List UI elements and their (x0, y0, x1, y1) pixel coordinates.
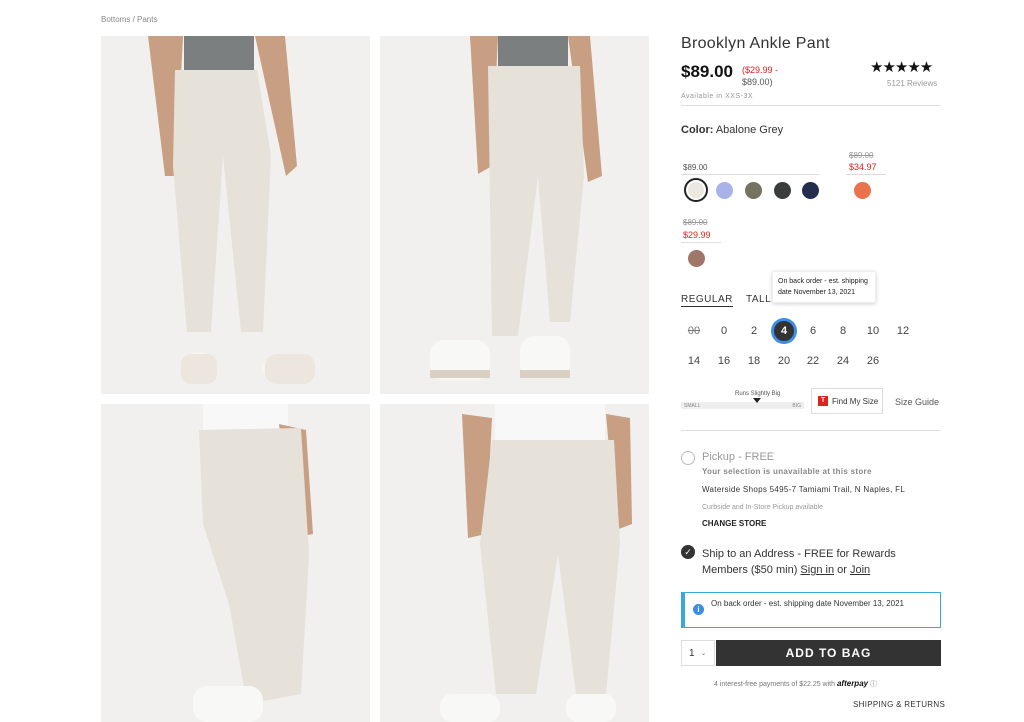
swatch-group-orig-price: $89.00 (683, 218, 708, 227)
color-label-key: Color: (681, 124, 714, 136)
fit-meter-label: Runs Slightly Big (735, 391, 781, 397)
quantity-value: 1 (689, 647, 695, 659)
divider (681, 242, 721, 243)
sign-in-link[interactable]: Sign in (800, 564, 834, 576)
swatch-periwinkle[interactable] (716, 182, 733, 199)
swatch-group-sale-price: $29.99 (683, 230, 711, 240)
fit-meter-bar: SMALL BIG (681, 398, 804, 409)
change-store-link[interactable]: CHANGE STORE (702, 519, 766, 528)
pickup-label: Pickup - FREE (702, 451, 775, 463)
swatch-charcoal[interactable] (774, 182, 791, 199)
info-icon: i (693, 604, 704, 615)
size-guide-link[interactable]: Size Guide (895, 397, 939, 407)
notice-text: On back order - est. shipping date Novem… (711, 599, 904, 608)
rating-stars-icon[interactable]: ★★★★★ (870, 58, 933, 76)
join-link[interactable]: Join (850, 564, 870, 576)
swatch-coral[interactable] (854, 182, 871, 199)
reviews-link[interactable]: 5121 Reviews (887, 79, 937, 88)
ship-check-icon[interactable]: ✓ (681, 545, 695, 559)
product-image-plus-side[interactable] (101, 404, 370, 722)
breadcrumb[interactable]: Bottoms / Pants (101, 15, 157, 24)
size-4[interactable]: 4 (772, 319, 796, 343)
ship-option: Ship to an Address - FREE for Rewards Me… (702, 546, 942, 578)
divider (846, 174, 886, 175)
color-label: Color: Abalone Grey (681, 124, 783, 136)
product-title: Brooklyn Ankle Pant (681, 35, 830, 52)
quantity-select[interactable]: 1 ⌄ (681, 640, 715, 666)
swatch-group-price: $89.00 (683, 163, 708, 172)
size-8[interactable]: 8 (831, 325, 855, 337)
store-address: Waterside Shops 5495-7 Tamiami Trail, N … (702, 485, 906, 494)
product-image-plus-front[interactable] (380, 404, 649, 722)
size-12[interactable]: 12 (891, 325, 915, 337)
curbside-note: Curbside and In-Store Pickup available (702, 504, 824, 511)
tab-regular[interactable]: REGULAR (681, 294, 733, 307)
divider (681, 430, 941, 431)
price-range: ($29.99 - $89.00) (742, 64, 792, 88)
afterpay-logo: afterpay (836, 679, 869, 688)
shipping-returns-link[interactable]: SHIPPING & RETURNS (853, 700, 945, 709)
size-2[interactable]: 2 (742, 325, 766, 337)
size-00[interactable]: 00 (682, 325, 706, 337)
size-10[interactable]: 10 (861, 325, 885, 337)
color-selected-name: Abalone Grey (715, 124, 784, 136)
size-0[interactable]: 0 (712, 325, 736, 337)
swatch-olive[interactable] (745, 182, 762, 199)
size-26[interactable]: 26 (861, 355, 885, 367)
back-order-tooltip: On back order - est. shipping date Novem… (772, 271, 876, 303)
swatch-abalone-grey[interactable] (684, 178, 708, 202)
product-image-back[interactable] (101, 36, 370, 394)
find-my-size-button[interactable]: T Find My Size (811, 388, 883, 414)
divider (681, 174, 819, 175)
fit-small-label: SMALL (684, 403, 701, 409)
back-order-notice: i On back order - est. shipping date Nov… (681, 592, 941, 628)
size-16[interactable]: 16 (712, 355, 736, 367)
size-14[interactable]: 14 (682, 355, 706, 367)
size-24[interactable]: 24 (831, 355, 855, 367)
ship-or: or (837, 564, 847, 576)
fit-big-label: BIG (792, 403, 801, 409)
size-22[interactable]: 22 (801, 355, 825, 367)
afterpay-note: 4 interest-free payments of $22.25 with … (714, 679, 877, 689)
afterpay-info-icon[interactable]: ⓘ (870, 681, 877, 688)
find-my-size-label: Find My Size (832, 396, 879, 406)
availability-text: Available in XXS-3X (681, 93, 754, 100)
price-range-orig: $89.00) (742, 77, 773, 87)
swatch-navy[interactable] (802, 182, 819, 199)
pickup-radio[interactable] (681, 451, 695, 465)
swatch-group-orig-price: $89.00 (849, 151, 874, 160)
price-range-sale: ($29.99 - (742, 65, 779, 75)
size-6[interactable]: 6 (801, 325, 825, 337)
swatch-rose[interactable] (688, 250, 705, 267)
swatch-group-sale-price: $34.97 (849, 162, 877, 172)
afterpay-text: 4 interest-free payments of $22.25 with (714, 681, 836, 688)
product-price: $89.00 (681, 62, 733, 81)
pickup-unavailable: Your selection is unavailable at this st… (702, 467, 872, 476)
true-fit-icon: T (818, 396, 828, 406)
fit-marker-icon (753, 398, 762, 403)
divider (681, 105, 941, 106)
add-to-bag-button[interactable]: ADD TO BAG (716, 640, 941, 666)
size-18[interactable]: 18 (742, 355, 766, 367)
chevron-down-icon: ⌄ (700, 650, 707, 657)
product-image-side[interactable] (380, 36, 649, 394)
size-20[interactable]: 20 (772, 355, 796, 367)
tab-tall[interactable]: TALL (746, 294, 771, 305)
